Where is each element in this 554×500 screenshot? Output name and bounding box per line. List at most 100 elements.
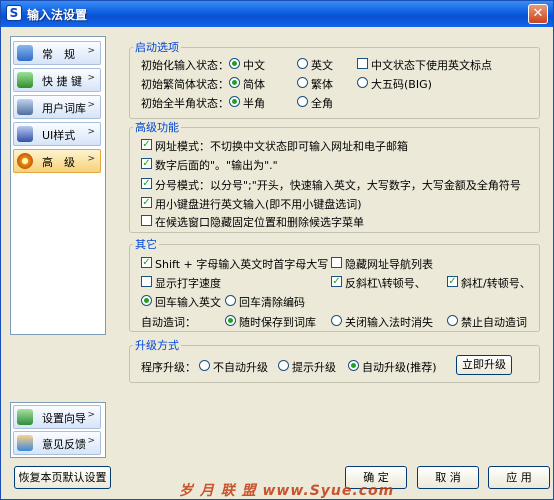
dictionary-icon — [17, 99, 33, 115]
auto-disable-radio[interactable] — [447, 315, 458, 326]
hide-url-nav-checkbox[interactable] — [331, 257, 342, 268]
other-legend: 其它 — [135, 238, 157, 251]
sidebar-item-ui-style[interactable]: UI样式 > — [13, 122, 101, 146]
simplified-radio[interactable] — [229, 77, 240, 88]
english-punct-label: 中文状态下使用英文标点 — [371, 59, 492, 72]
semicolon-mode-label: 分号模式：以分号";"开头，快速输入英文，大写数字，大写金额及全角符号 — [155, 179, 521, 192]
auto-upgrade-radio[interactable] — [348, 360, 359, 371]
sidebar-bottom-nav: 设置向导 > 意见反馈 > — [10, 402, 106, 458]
shift-caps-checkbox[interactable]: ✓ — [141, 257, 152, 268]
auto-save-label: 随时保存到词库 — [239, 316, 316, 329]
window-title: 输入法设置 — [27, 8, 88, 22]
no-upgrade-radio[interactable] — [199, 360, 210, 371]
sidebar-item-label: 常 规 — [42, 48, 75, 61]
backslash-checkbox[interactable]: ✓ — [331, 276, 342, 287]
close-icon: ✕ — [532, 6, 544, 21]
upgrade-label: 程序升级： — [141, 361, 196, 374]
chevron-right-icon: > — [87, 127, 95, 137]
auto-discard-label: 关闭输入法时消失 — [345, 316, 433, 329]
upgrade-now-button[interactable]: 立即升级 — [456, 355, 512, 375]
enter-english-radio[interactable] — [141, 295, 152, 306]
digit-period-checkbox[interactable]: ✓ — [141, 158, 152, 169]
half-width-label: 半角 — [243, 97, 265, 110]
big5-radio[interactable] — [357, 77, 368, 88]
apply-button[interactable]: 应 用 — [488, 466, 550, 489]
chevron-right-icon: > — [87, 100, 95, 110]
auto-upgrade-label: 自动升级(推荐) — [362, 361, 437, 374]
slash-checkbox[interactable]: ✓ — [447, 276, 458, 287]
settings-window: S 输入法设置 ✕ 常 规 > 快 捷 键 > 用户词库 > UI样式 > 高 … — [0, 0, 554, 500]
app-icon: S — [6, 5, 22, 21]
shift-caps-label: Shift + 字母输入英文时首字母大写 — [155, 258, 329, 271]
numpad-english-checkbox[interactable]: ✓ — [141, 197, 152, 208]
sidebar-nav: 常 规 > 快 捷 键 > 用户词库 > UI样式 > 高 级 > — [10, 36, 106, 335]
advanced-legend: 高级功能 — [135, 121, 179, 134]
enter-english-label: 回车输入英文 — [155, 296, 221, 309]
restore-defaults-button[interactable]: 恢复本页默认设置 — [14, 466, 111, 489]
traditional-radio[interactable] — [297, 77, 308, 88]
wizard-icon — [17, 409, 33, 425]
auto-disable-label: 禁止自动造词 — [461, 316, 527, 329]
shortcut-icon — [17, 72, 33, 88]
sidebar-item-label: UI样式 — [42, 129, 76, 142]
init-input-label: 初始化输入状态： — [141, 59, 229, 72]
sidebar-item-shortcut[interactable]: 快 捷 键 > — [13, 68, 101, 92]
wrench-icon — [17, 45, 33, 61]
digit-period-label: 数字后面的"。"输出为"." — [155, 159, 278, 172]
init-chinese-label: 中文 — [243, 59, 265, 72]
feedback-icon — [17, 435, 33, 451]
typing-speed-checkbox[interactable] — [141, 276, 152, 287]
chevron-right-icon: > — [87, 46, 95, 56]
hide-candidate-menu-checkbox[interactable] — [141, 215, 152, 226]
auto-word-label: 自动造词： — [141, 316, 196, 329]
init-width-label: 初始全半角状态： — [141, 97, 229, 110]
english-punct-checkbox[interactable] — [357, 58, 368, 69]
sidebar-item-label: 用户词库 — [42, 102, 86, 115]
chevron-right-icon: > — [87, 410, 95, 420]
sidebar-item-label: 快 捷 键 — [42, 75, 82, 88]
chevron-right-icon: > — [87, 436, 95, 446]
sidebar-item-dictionary[interactable]: 用户词库 > — [13, 95, 101, 119]
auto-discard-radio[interactable] — [331, 315, 342, 326]
title-bar[interactable]: S 输入法设置 ✕ — [1, 1, 553, 27]
enter-clear-radio[interactable] — [225, 295, 236, 306]
enter-clear-label: 回车清除编码 — [239, 296, 305, 309]
gear-icon — [17, 153, 33, 169]
full-width-radio[interactable] — [297, 96, 308, 107]
no-upgrade-label: 不自动升级 — [213, 361, 268, 374]
upgrade-legend: 升级方式 — [135, 339, 179, 352]
numpad-english-label: 用小键盘进行英文输入(即不用小键盘选词) — [155, 198, 362, 211]
close-button[interactable]: ✕ — [528, 4, 548, 24]
startup-legend: 启动选项 — [135, 41, 179, 54]
init-english-radio[interactable] — [297, 58, 308, 69]
sidebar-item-label: 设置向导 — [42, 412, 86, 425]
watermark: 岁 月 联 盟 www.Syue.com — [179, 483, 395, 499]
traditional-label: 繁体 — [311, 78, 333, 91]
init-english-label: 英文 — [311, 59, 333, 72]
prompt-upgrade-label: 提示升级 — [292, 361, 336, 374]
slash-label: 斜杠/转顿号、 — [461, 277, 531, 290]
auto-save-radio[interactable] — [225, 315, 236, 326]
typing-speed-label: 显示打字速度 — [155, 277, 221, 290]
sidebar-item-general[interactable]: 常 规 > — [13, 41, 101, 65]
hide-url-nav-label: 隐藏网址导航列表 — [345, 258, 433, 271]
url-mode-checkbox[interactable]: ✓ — [141, 139, 152, 150]
cancel-button[interactable]: 取 消 — [417, 466, 479, 489]
sidebar-item-advanced[interactable]: 高 级 > — [13, 149, 101, 173]
sidebar-item-feedback[interactable]: 意见反馈 > — [13, 431, 101, 455]
url-mode-label: 网址模式：不切换中文状态即可输入网址和电子邮箱 — [155, 140, 408, 153]
backslash-label: 反斜杠\转顿号、 — [345, 277, 426, 290]
chevron-right-icon: > — [87, 73, 95, 83]
full-width-label: 全角 — [311, 97, 333, 110]
semicolon-mode-checkbox[interactable]: ✓ — [141, 178, 152, 189]
style-icon — [17, 126, 33, 142]
half-width-radio[interactable] — [229, 96, 240, 107]
prompt-upgrade-radio[interactable] — [278, 360, 289, 371]
sidebar-item-label: 高 级 — [42, 156, 75, 169]
simplified-label: 简体 — [243, 78, 265, 91]
chevron-right-icon: > — [87, 154, 95, 164]
init-chinese-radio[interactable] — [229, 58, 240, 69]
sidebar-item-wizard[interactable]: 设置向导 > — [13, 405, 101, 429]
hide-candidate-menu-label: 在候选窗口隐藏固定位置和删除候选字菜单 — [155, 216, 364, 229]
sidebar-item-label: 意见反馈 — [42, 438, 86, 451]
